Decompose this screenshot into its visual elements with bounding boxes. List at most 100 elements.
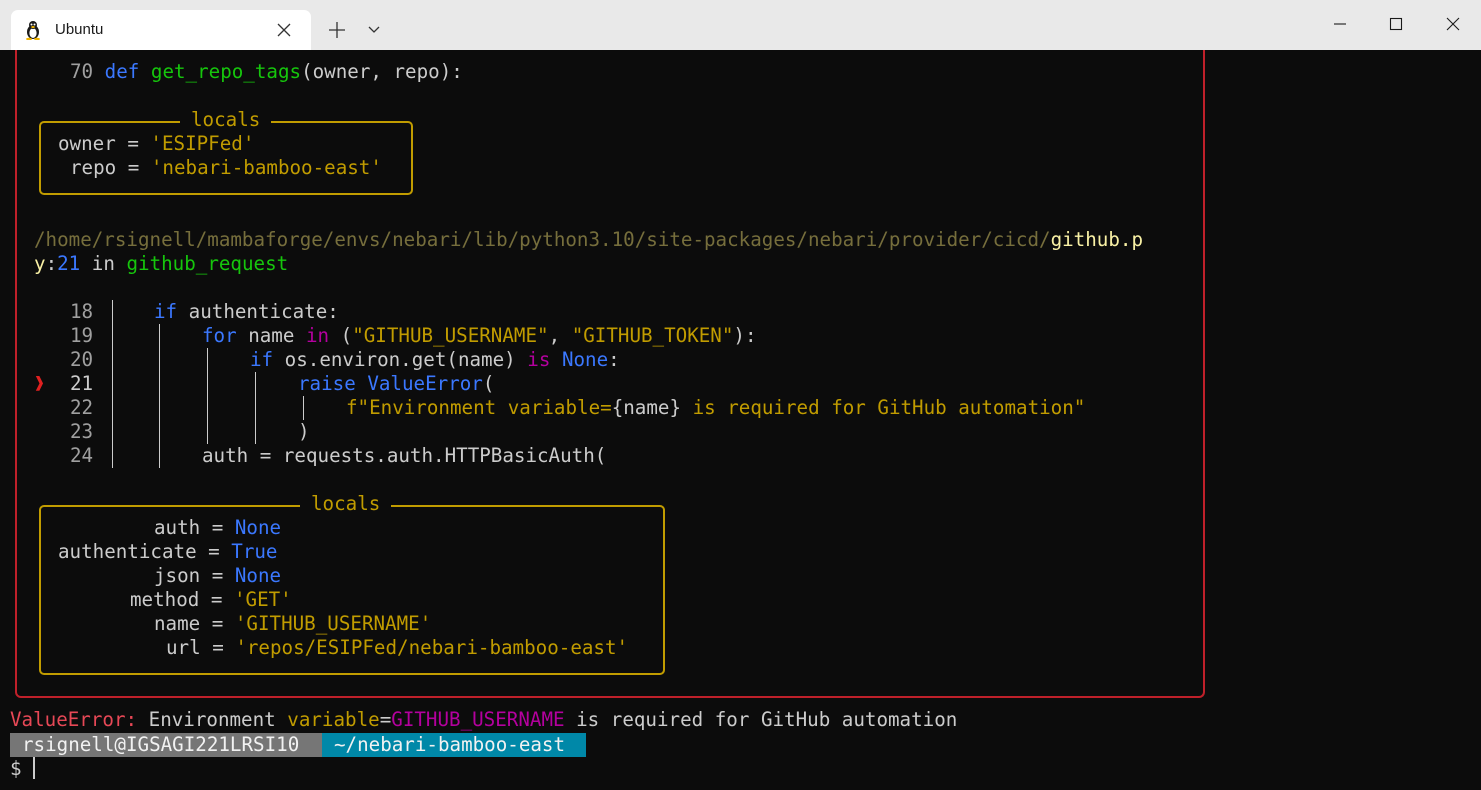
code-token: in — [305, 324, 330, 347]
close-icon — [1446, 17, 1460, 31]
code-token: if — [154, 300, 178, 323]
indent-guide — [112, 300, 113, 468]
indent-guide — [255, 372, 256, 444]
local-var-repo: repo = 'nebari-bamboo-east' — [70, 156, 382, 179]
indent-guide — [159, 324, 160, 468]
code-token: ): — [733, 324, 757, 347]
local-name: url — [166, 636, 201, 659]
code-line-24-text: auth = requests.auth.HTTPBasicAuth( — [202, 444, 606, 468]
code-token: None — [561, 348, 609, 371]
function-name: get_repo_tags — [150, 60, 302, 83]
error-text: variable — [287, 708, 380, 731]
code-line-21-text: raise ValueError( — [298, 372, 494, 396]
line-number: 18 — [70, 300, 94, 323]
traceback-file-path: /home/rsignell/mambaforge/envs/nebari/li… — [34, 228, 1143, 252]
local-var-auth: auth = None — [154, 516, 282, 539]
function-name: github_request — [126, 252, 289, 275]
code-token: name — [236, 324, 306, 347]
code-token: os.environ.get(name) — [273, 348, 528, 371]
prompt-cwd: ~/nebari-bamboo-east — [322, 733, 586, 757]
text-cursor[interactable] — [33, 757, 35, 779]
locals-title-2: locals — [300, 492, 392, 516]
code-line-22-text: f"Environment variable={name} is require… — [346, 396, 1085, 420]
local-name: json — [154, 564, 201, 587]
line-number: 21 — [70, 372, 94, 395]
file-name-end: y — [34, 252, 46, 275]
local-var-owner: owner = 'ESIPFed' — [58, 132, 255, 155]
error-type: ValueError: — [10, 708, 138, 731]
error-text: = — [379, 708, 392, 731]
tab-ubuntu[interactable]: Ubuntu — [11, 10, 311, 50]
code-line-20-text: if os.environ.get(name) is None: — [250, 348, 620, 372]
code-token: ) — [298, 420, 310, 443]
code-token: is required for GitHub automation" — [681, 396, 1086, 419]
function-args: (owner, repo): — [301, 60, 463, 83]
local-name: auth — [154, 516, 201, 539]
maximize-icon — [1389, 17, 1403, 31]
code-token: : — [608, 348, 620, 371]
file-name: github.p — [1050, 228, 1143, 251]
code-line-22: 22 — [70, 396, 93, 420]
code-token: ( — [329, 324, 353, 347]
prompt-symbol: $ — [10, 757, 22, 780]
local-name: name — [154, 612, 201, 635]
local-var-url: url = 'repos/ESIPFed/nebari-bamboo-east' — [166, 636, 629, 659]
code-token: ValueError — [367, 372, 483, 395]
local-value: 'GET' — [233, 588, 292, 611]
tab-title: Ubuntu — [55, 21, 104, 38]
maximize-button[interactable] — [1368, 0, 1424, 48]
local-value: 'ESIPFed' — [150, 132, 255, 155]
path-dir: /home/rsignell/mambaforge/envs/nebari/li… — [34, 228, 1051, 251]
minimize-button[interactable] — [1312, 0, 1368, 48]
local-var-json: json = None — [154, 564, 282, 587]
code-token: "GITHUB_TOKEN" — [571, 324, 734, 347]
code-token: for — [202, 324, 237, 347]
traceback-file-location: y:21 in github_request — [34, 252, 289, 275]
code-line-18-text: if authenticate: — [154, 300, 339, 324]
current-line-marker: ❱ — [34, 373, 45, 394]
code-token: , — [548, 324, 572, 347]
code-token: if — [250, 348, 274, 371]
code-token: is — [527, 348, 551, 371]
local-value: True — [231, 540, 278, 563]
code-line-21: 21 — [70, 372, 93, 396]
locals-title-1: locals — [180, 108, 272, 132]
local-var-method: method = 'GET' — [130, 588, 292, 611]
prompt-user-host: rsignell@IGSAGI221LRSI10 — [10, 733, 322, 757]
line-number: 20 — [70, 348, 94, 371]
code-line-24: 24 — [70, 444, 93, 468]
close-window-button[interactable] — [1425, 0, 1481, 48]
local-name: authenticate — [58, 540, 197, 563]
local-value: 'GITHUB_USERNAME' — [234, 612, 432, 635]
line-number: 70 — [70, 60, 94, 83]
code-token: authenticate: — [177, 300, 339, 323]
local-var-name: name = 'GITHUB_USERNAME' — [154, 612, 432, 635]
chevron-down-icon[interactable] — [366, 23, 382, 37]
local-value: 'nebari-bamboo-east' — [150, 156, 382, 179]
code-line-23-text: ) — [298, 420, 310, 444]
code-token: raise — [298, 372, 356, 395]
line-number: 24 — [70, 444, 94, 467]
line-number: 22 — [70, 396, 94, 419]
local-name: method — [130, 588, 200, 611]
terminal-area[interactable]: 70 def get_repo_tags(owner, repo): local… — [0, 50, 1481, 790]
new-tab-icon[interactable] — [326, 19, 348, 41]
error-message: ValueError: Environment variable=GITHUB_… — [10, 708, 957, 732]
title-bar: Ubuntu — [0, 0, 1481, 50]
local-name: owner — [58, 132, 116, 155]
code-line-18: 18 — [70, 300, 93, 324]
indent-guide — [207, 348, 208, 444]
indent-guide — [303, 396, 304, 420]
local-name: repo — [70, 156, 117, 179]
code-token: "GITHUB_USERNAME" — [352, 324, 549, 347]
line-number: 23 — [70, 420, 94, 443]
local-var-authenticate: authenticate = True — [58, 540, 278, 563]
code-token: {name} — [611, 396, 682, 419]
line-ref: 21 — [57, 252, 81, 275]
close-icon[interactable] — [275, 21, 293, 39]
minimize-icon — [1334, 23, 1346, 25]
keyword: def — [104, 60, 140, 83]
error-text: is required for GitHub automation — [576, 708, 958, 731]
